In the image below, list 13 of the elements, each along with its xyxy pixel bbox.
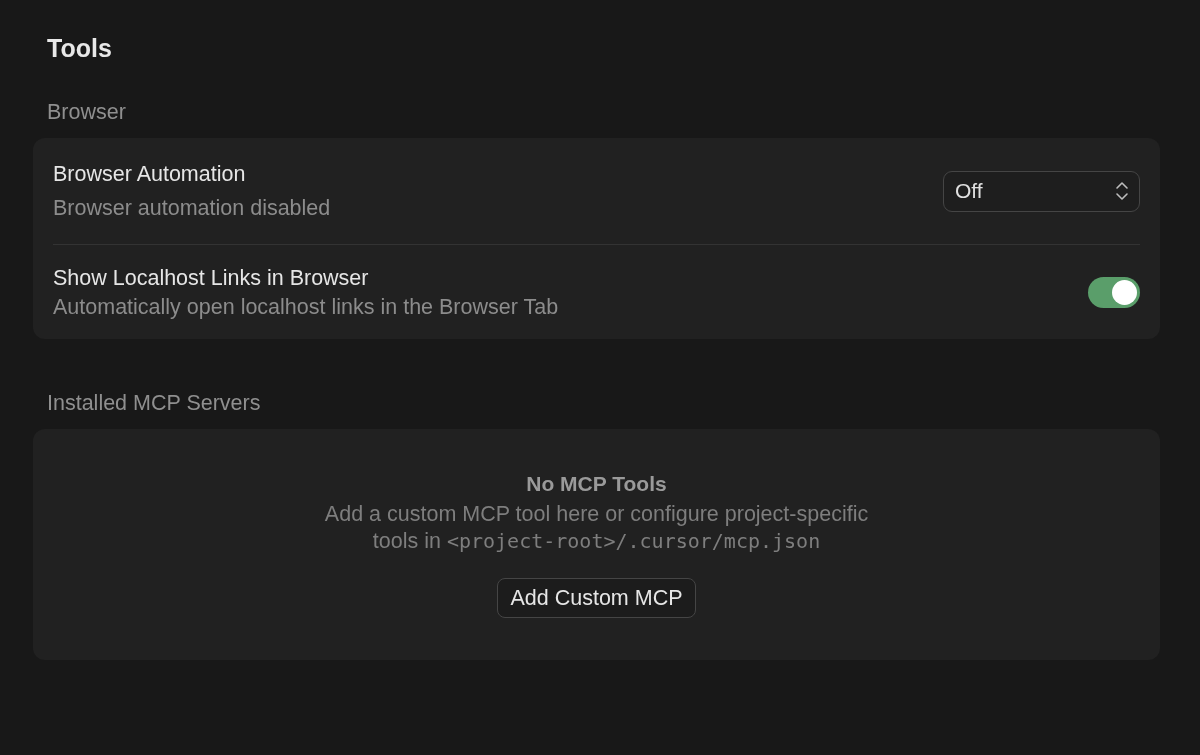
chevron-up-down-icon bbox=[1115, 181, 1129, 201]
section-label: Browser bbox=[47, 99, 126, 126]
setting-description: Browser automation disabled bbox=[53, 195, 331, 222]
section-label: Installed MCP Servers bbox=[47, 390, 261, 417]
empty-state-description: Add a custom MCP tool here or configure project-specific tools in <project-root>/.cursor/mcp.json bbox=[323, 501, 870, 555]
add-custom-mcp-button[interactable]: Add Custom MCP bbox=[497, 578, 696, 618]
toggle-switch[interactable] bbox=[1088, 277, 1140, 308]
setting-title: Show Localhost Links in Browser bbox=[53, 265, 370, 292]
setting-description: Automatically open localhost links in the Browser Tab bbox=[53, 294, 559, 321]
page-title: Tools bbox=[47, 33, 112, 64]
setting-title: Browser Automation bbox=[53, 161, 247, 188]
empty-state-title: No MCP Tools bbox=[526, 471, 667, 497]
select-dropdown[interactable]: Off bbox=[943, 170, 1140, 212]
